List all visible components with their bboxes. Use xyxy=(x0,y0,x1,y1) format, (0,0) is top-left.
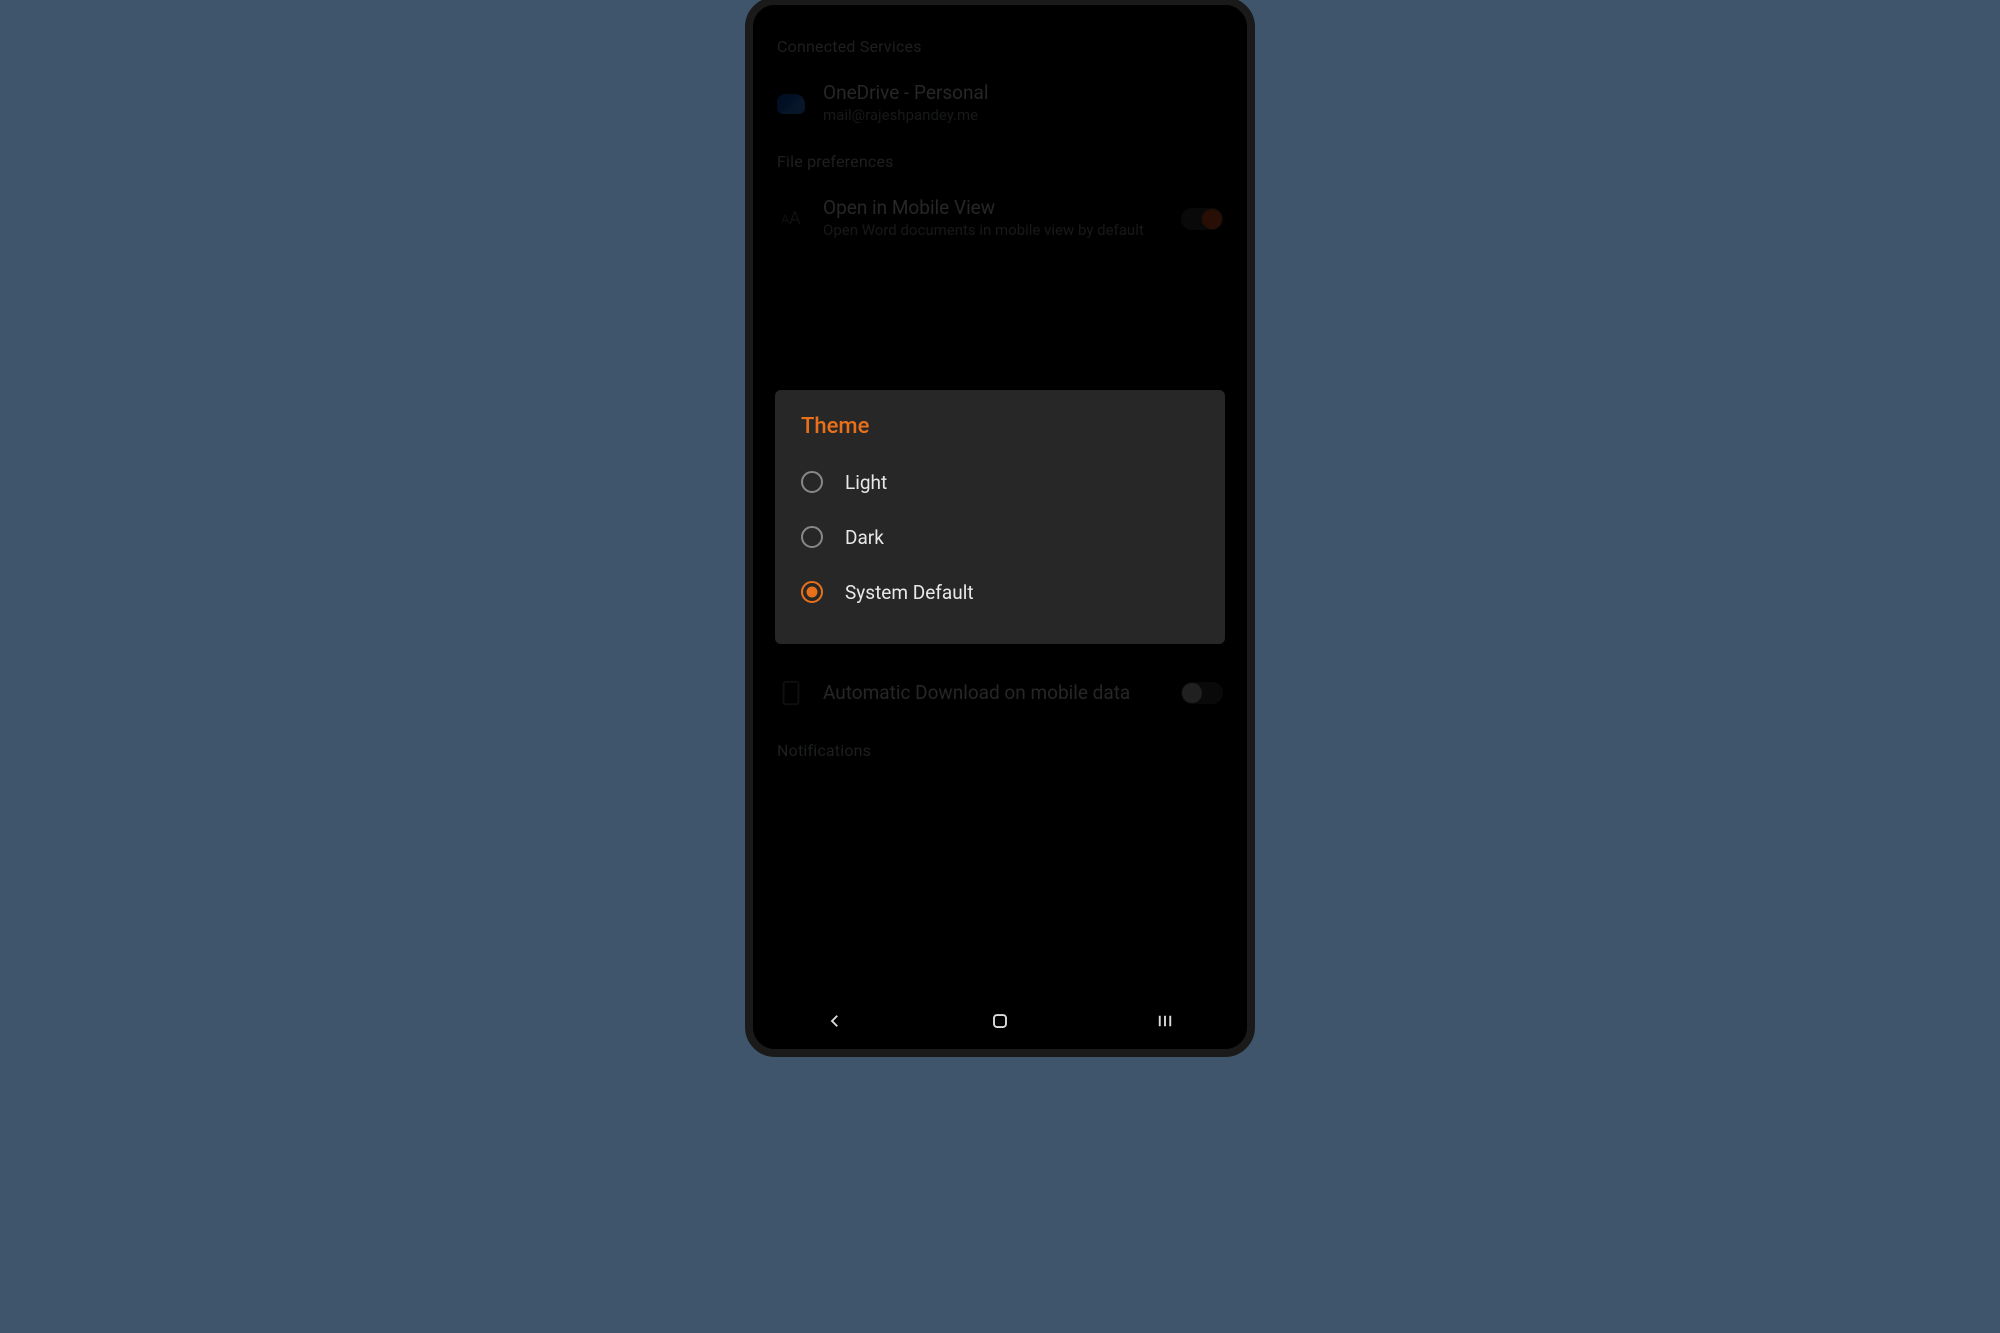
theme-option-system-default[interactable]: System Default xyxy=(775,565,1225,620)
nav-recents-button[interactable] xyxy=(1153,1009,1177,1033)
radio-icon xyxy=(801,581,823,603)
radio-label: System Default xyxy=(845,581,974,604)
android-navbar xyxy=(753,993,1247,1049)
dialog-title: Theme xyxy=(775,414,1225,455)
radio-icon xyxy=(801,526,823,548)
theme-option-light[interactable]: Light xyxy=(775,455,1225,510)
radio-label: Light xyxy=(845,471,887,494)
radio-label: Dark xyxy=(845,526,884,549)
theme-option-dark[interactable]: Dark xyxy=(775,510,1225,565)
theme-dialog-overlay[interactable]: Theme Light Dark System Default xyxy=(753,5,1247,1049)
phone-frame: Connected Services OneDrive - Personal m… xyxy=(745,0,1255,1057)
theme-dialog: Theme Light Dark System Default xyxy=(775,390,1225,644)
radio-icon xyxy=(801,471,823,493)
settings-screen: Connected Services OneDrive - Personal m… xyxy=(753,5,1247,1049)
nav-home-button[interactable] xyxy=(988,1009,1012,1033)
nav-back-button[interactable] xyxy=(823,1009,847,1033)
